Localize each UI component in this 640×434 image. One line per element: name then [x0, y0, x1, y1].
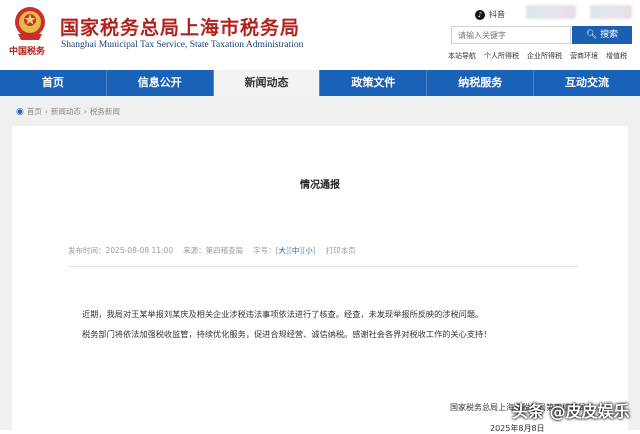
breadcrumb-separator: ›: [83, 107, 87, 116]
quick-link-sitemap[interactable]: 本站导航: [448, 51, 476, 61]
douyin-icon[interactable]: ♪: [475, 9, 485, 20]
quick-links: 本站导航 个人所得税 企业所得税 营商环境 增值税: [448, 51, 627, 61]
source: 来源：第四稽查局: [183, 245, 243, 256]
search-icon: 🔍︎: [585, 30, 598, 40]
tax-emblem-icon: [15, 7, 45, 40]
nav-tax-service[interactable]: 纳税服务: [427, 70, 535, 96]
meta-divider: [68, 266, 578, 267]
blurred-account-info: [526, 5, 576, 19]
quick-link-business-env[interactable]: 营商环境: [570, 51, 598, 61]
location-pin-icon: ◉: [16, 106, 24, 117]
quick-link-iit[interactable]: 个人所得税: [484, 51, 519, 61]
breadcrumb-home[interactable]: 首页: [27, 106, 42, 117]
breadcrumb-tax-news[interactable]: 税务新闻: [90, 106, 120, 117]
search-button-label: 搜索: [600, 30, 619, 40]
nav-info-disclosure[interactable]: 信息公开: [107, 70, 214, 96]
search-input[interactable]: [451, 26, 571, 44]
breadcrumb-separator: ›: [44, 107, 48, 116]
nav-news[interactable]: 新闻动态: [213, 70, 321, 96]
nav-interaction[interactable]: 互动交流: [534, 70, 640, 96]
publish-time: 发布时间：2025-08-08 11:00: [68, 245, 173, 256]
article-paragraph: 近期，我局对王某举报刘某庆及相关企业涉税违法事项依法进行了核查。经查，未发现举报…: [82, 309, 484, 319]
watermark-text: 头条 @皮皮娱乐: [512, 402, 630, 421]
search-button[interactable]: 🔍︎ 搜索: [572, 26, 632, 44]
font-size-medium-button[interactable]: 中: [292, 246, 300, 255]
breadcrumb: ◉ 首页 › 新闻动态 › 税务新闻: [16, 106, 120, 117]
douyin-link[interactable]: 抖音: [489, 9, 505, 20]
quick-link-vat[interactable]: 增值税: [606, 51, 627, 61]
site-title[interactable]: 国家税务总局上海市税务局: [60, 13, 300, 40]
nav-policy-docs[interactable]: 政策文件: [320, 70, 428, 96]
source-label: 来源：: [183, 246, 206, 255]
quick-link-cit[interactable]: 企业所得税: [527, 51, 562, 61]
article-meta: 发布时间：2025-08-08 11:00 来源：第四稽查局 字号：[大][中]…: [68, 245, 356, 256]
font-size-large-button[interactable]: 大: [279, 246, 287, 255]
article: 情况通报 发布时间：2025-08-08 11:00 来源：第四稽查局 字号：[…: [12, 126, 628, 433]
article-paragraph: 税务部门将依法加强税收监管，持续优化服务，促进合规经营、诚信纳税。感谢社会各界对…: [82, 329, 492, 339]
top-links: ♪ 抖音: [475, 9, 505, 20]
main-content: ◉ 首页 › 新闻动态 › 税务新闻 情况通报 发布时间：2025-08-08 …: [0, 96, 640, 433]
emblem-caption: 中国税务: [9, 47, 46, 57]
main-nav: 首页 信息公开 新闻动态 政策文件 纳税服务 互动交流: [0, 70, 640, 96]
blurred-account-info: [590, 5, 632, 19]
font-size-controls: 字号：[大][中][小]: [253, 246, 316, 255]
source-value: 第四稽查局: [205, 246, 244, 255]
publish-label: 发布时间：: [68, 246, 106, 255]
watermark: 头条 @皮皮娱乐: [512, 398, 630, 422]
article-title: 情况通报: [300, 180, 340, 191]
breadcrumb-news[interactable]: 新闻动态: [51, 106, 81, 117]
signature-date: 2025年8月8日: [490, 424, 545, 433]
nav-home[interactable]: 首页: [0, 70, 107, 96]
publish-time-value: 2025-08-08 11:00: [105, 246, 174, 255]
site-subtitle: Shanghai Municipal Tax Service, State Ta…: [61, 40, 304, 50]
site-header: 中国税务 国家税务总局上海市税务局 Shanghai Municipal Tax…: [0, 0, 640, 68]
print-button[interactable]: 打印本页: [326, 245, 356, 256]
font-size-label: 字号：: [253, 246, 276, 255]
font-size-small-button[interactable]: 小: [305, 246, 313, 255]
